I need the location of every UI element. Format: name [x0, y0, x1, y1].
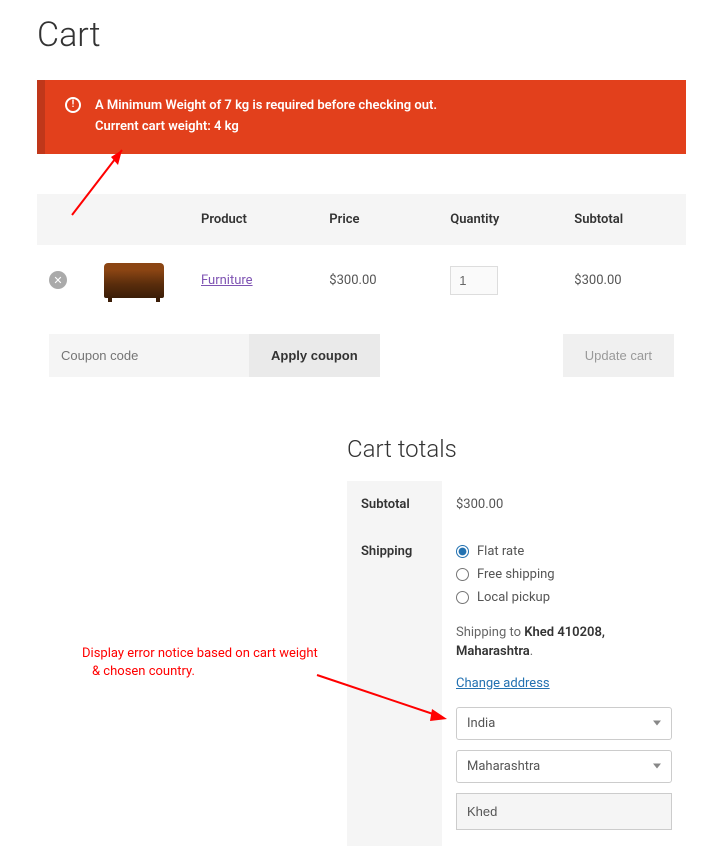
shipping-option-local[interactable]: Local pickup	[456, 590, 672, 605]
col-price: Price	[317, 194, 438, 245]
city-input[interactable]	[456, 793, 672, 830]
product-thumbnail[interactable]	[104, 263, 164, 298]
radio-label: Local pickup	[477, 590, 550, 605]
page-title: Cart	[37, 15, 686, 55]
error-line-2: Current cart weight: 4 kg	[95, 117, 666, 138]
cell-price: $300.00	[317, 245, 438, 316]
col-quantity: Quantity	[438, 194, 562, 245]
radio-flat-rate[interactable]	[456, 545, 469, 558]
shipping-option-free[interactable]: Free shipping	[456, 567, 672, 582]
cart-table: Product Price Quantity Subtotal Furnitur…	[37, 194, 686, 395]
country-value: India	[467, 716, 495, 731]
state-value: Maharashtra	[467, 759, 540, 774]
error-line-1: A Minimum Weight of 7 kg is required bef…	[95, 96, 666, 117]
cart-totals-title: Cart totals	[347, 435, 686, 463]
country-select[interactable]: India	[456, 707, 672, 740]
coupon-input[interactable]	[49, 334, 249, 377]
apply-coupon-button[interactable]: Apply coupon	[249, 334, 380, 377]
change-address-link[interactable]: Change address	[456, 676, 550, 691]
error-banner: A Minimum Weight of 7 kg is required bef…	[37, 80, 686, 154]
radio-local-pickup[interactable]	[456, 591, 469, 604]
radio-free-shipping[interactable]	[456, 568, 469, 581]
shipping-destination: Shipping to Khed 410208, Maharashtra.	[456, 623, 672, 662]
shipping-label: Shipping	[347, 528, 442, 846]
table-row: Furniture $300.00 $300.00	[37, 245, 686, 316]
remove-item-button[interactable]	[49, 271, 67, 289]
radio-label: Flat rate	[477, 544, 524, 559]
col-product: Product	[189, 194, 317, 245]
quantity-input[interactable]	[450, 266, 498, 295]
subtotal-value: $300.00	[442, 481, 686, 528]
shipping-option-flat[interactable]: Flat rate	[456, 544, 672, 559]
exclamation-icon	[65, 97, 81, 113]
state-select[interactable]: Maharashtra	[456, 750, 672, 783]
radio-label: Free shipping	[477, 567, 555, 582]
subtotal-label: Subtotal	[347, 481, 442, 528]
annotation-text: Display error notice based on cart weigh…	[82, 645, 318, 681]
update-cart-button[interactable]: Update cart	[563, 334, 674, 377]
cart-totals-table: Subtotal $300.00 Shipping Flat rate Free…	[347, 481, 686, 846]
col-subtotal: Subtotal	[562, 194, 686, 245]
product-name-link[interactable]: Furniture	[201, 273, 253, 288]
cell-subtotal: $300.00	[562, 245, 686, 316]
